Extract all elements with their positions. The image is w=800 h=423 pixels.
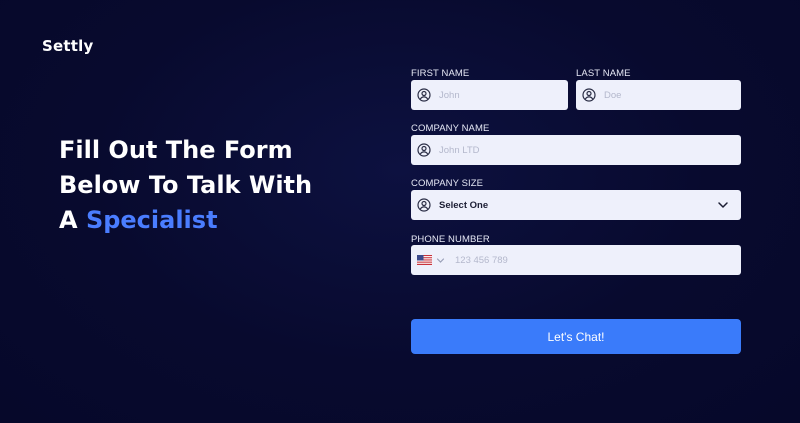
last-name-field[interactable]: Doe — [576, 80, 741, 110]
chevron-down-icon[interactable] — [436, 256, 445, 265]
phone-number-field[interactable]: 123 456 789 — [411, 245, 741, 275]
user-icon — [417, 143, 431, 157]
us-flag-icon[interactable] — [417, 255, 432, 265]
chevron-down-icon[interactable] — [717, 199, 729, 211]
last-name-input[interactable]: Doe — [604, 90, 621, 101]
company-size-select[interactable]: Select One — [411, 190, 741, 220]
company-name-field[interactable]: John LTD — [411, 135, 741, 165]
headline-line-1: Fill Out The Form — [59, 136, 293, 164]
headline-line-2: Below To Talk With — [59, 171, 313, 199]
headline-line-3: A Specialist — [59, 203, 359, 238]
headline-prefix: A — [59, 206, 86, 234]
brand-logo[interactable]: Settly — [42, 37, 93, 55]
first-name-field[interactable]: John — [411, 80, 568, 110]
phone-number-label: PHONE NUMBER — [411, 234, 490, 245]
first-name-input[interactable]: John — [439, 90, 460, 101]
phone-number-input[interactable]: 123 456 789 — [455, 255, 508, 266]
lets-chat-button[interactable]: Let's Chat! — [411, 319, 741, 354]
company-size-label: COMPANY SIZE — [411, 178, 484, 189]
company-name-label: COMPANY NAME — [411, 123, 490, 134]
company-size-value: Select One — [439, 199, 489, 211]
user-icon — [417, 88, 431, 102]
user-icon — [417, 198, 431, 212]
last-name-label: LAST NAME — [576, 68, 631, 79]
page-headline: Fill Out The Form Below To Talk With A S… — [59, 133, 359, 238]
user-icon — [582, 88, 596, 102]
company-name-input[interactable]: John LTD — [439, 145, 479, 156]
headline-accent: Specialist — [85, 206, 218, 234]
first-name-label: FIRST NAME — [411, 68, 470, 79]
